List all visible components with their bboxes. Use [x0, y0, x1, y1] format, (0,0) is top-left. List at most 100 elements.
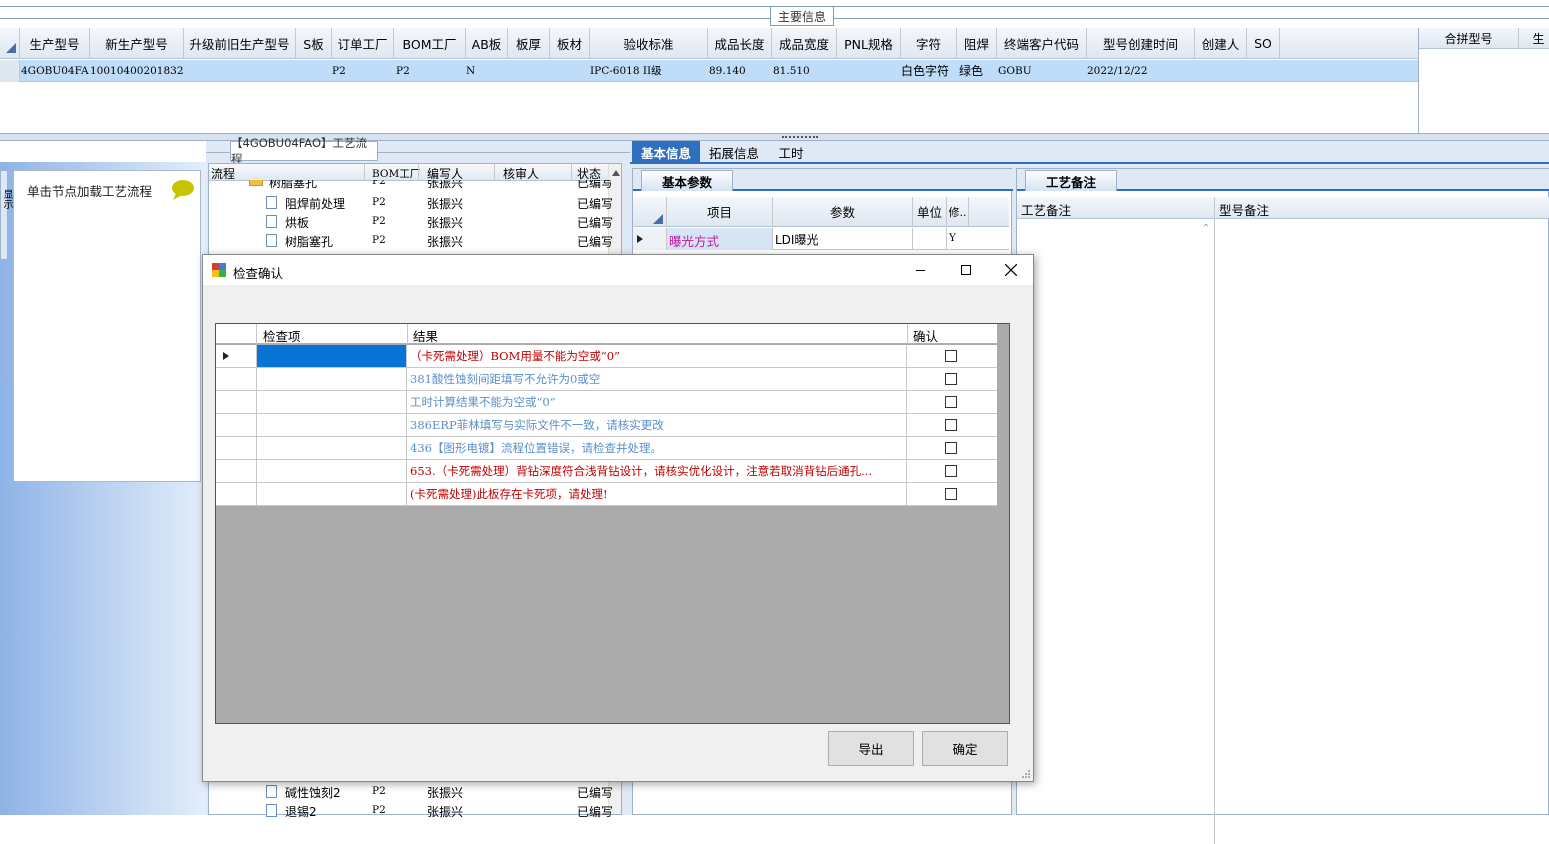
scroll-up-icon[interactable]	[612, 170, 620, 176]
col-so[interactable]: SO	[1247, 28, 1280, 58]
col-solder[interactable]: 阻焊	[957, 28, 997, 58]
cell-standard: IPC-6018 II级	[590, 65, 662, 77]
param-col-item[interactable]: 项目	[667, 197, 773, 226]
check-row[interactable]: 工时计算结果不能为空或“0”	[216, 391, 997, 414]
check-row[interactable]: （卡死需处理）BOM用量不能为空或“0”	[216, 345, 997, 368]
check-item-cell	[257, 483, 407, 505]
check-row[interactable]: 381酸性蚀刻间距填写不允许为0或空	[216, 368, 997, 391]
merge-col-2[interactable]: 生	[1519, 28, 1549, 48]
check-col-confirm[interactable]: 确认	[913, 326, 938, 345]
scroll-up-icon[interactable]: ⌃	[1199, 221, 1213, 235]
check-result-cell: 653.（卡死需处理）背钻深度符合浅背钻设计，请核实优化设计，注意若取消背钻后通…	[408, 460, 907, 482]
remarks-col-process: 工艺备注	[1021, 203, 1072, 218]
col-order-factory[interactable]: 订单工厂	[332, 28, 394, 58]
minimize-icon[interactable]	[906, 255, 936, 285]
load-flow-box[interactable]: 单击节点加载工艺流程	[13, 170, 201, 482]
merge-col-model[interactable]: 合拼型号	[1419, 28, 1519, 48]
row-header[interactable]	[216, 414, 257, 436]
dialog-title: 检查确认	[233, 266, 284, 281]
main-grid-row[interactable]: 4GOBU04FAO 10010400201832 P2 P2 N IPC-60…	[0, 60, 1418, 82]
check-confirm-cell	[908, 437, 997, 459]
col-char[interactable]: 字符	[901, 28, 957, 58]
check-row[interactable]: 436【图形电镀】流程位置错误，请检查并处理。	[216, 437, 997, 460]
confirm-checkbox[interactable]	[945, 488, 957, 500]
param-unit-cell	[913, 228, 947, 250]
cell-new-model: 10010400201832	[90, 64, 184, 77]
col-length[interactable]: 成品长度	[708, 28, 772, 58]
col-material[interactable]: 板材	[550, 28, 590, 58]
col-new-model[interactable]: 新生产型号	[90, 28, 184, 58]
col-pnl[interactable]: PNL规格	[837, 28, 901, 58]
param-col-mod[interactable]: 修..	[947, 197, 969, 226]
col-old-model[interactable]: 升级前旧生产型号	[184, 28, 296, 58]
row-header[interactable]	[216, 345, 257, 367]
row-pointer-icon	[223, 352, 229, 360]
tab-work-hours[interactable]: 工时	[768, 141, 814, 163]
resize-grip-icon[interactable]	[1021, 769, 1031, 779]
col-prod-model[interactable]: 生产型号	[20, 28, 90, 58]
tree-node[interactable]: 退锡2 P2 张振兴 已编写	[209, 801, 621, 820]
col-created-time[interactable]: 型号创建时间	[1087, 28, 1195, 58]
params-row[interactable]: 曝光方式 LDI曝光 Y	[633, 228, 1009, 250]
row-header[interactable]	[216, 368, 257, 390]
tree-node[interactable]: 碱性蚀刻2 P2 张振兴 已编写	[209, 782, 621, 801]
confirm-checkbox[interactable]	[945, 465, 957, 477]
confirm-checkbox[interactable]	[945, 396, 957, 408]
close-icon[interactable]	[996, 255, 1026, 285]
param-col-value[interactable]: 参数	[773, 197, 913, 226]
tree-node[interactable]: 烘板 P2 张振兴 已编写	[209, 212, 621, 231]
row-header[interactable]	[216, 483, 257, 505]
check-result-cell: 工时计算结果不能为空或“0”	[408, 391, 907, 413]
side-tab[interactable]: 显示	[0, 170, 12, 260]
col-creator[interactable]: 创建人	[1195, 28, 1247, 58]
document-icon	[266, 196, 277, 209]
check-confirm-cell	[908, 391, 997, 413]
confirm-checkbox[interactable]	[945, 419, 957, 431]
cell-created: 2022/12/22	[1087, 64, 1148, 77]
check-row[interactable]: (卡死需处理)此板存在卡死项，请处理!	[216, 483, 997, 506]
left-nav-panel: 显示 单击节点加载工艺流程	[0, 162, 206, 815]
remarks-col-model: 型号备注	[1219, 203, 1270, 218]
tab-process-remarks[interactable]: 工艺备注	[1025, 170, 1117, 191]
load-flow-text: 单击节点加载工艺流程	[27, 184, 153, 199]
col-s-board[interactable]: S板	[296, 28, 332, 58]
col-customer[interactable]: 终端客户代码	[997, 28, 1087, 58]
param-col-unit[interactable]: 单位	[913, 197, 947, 226]
check-result-cell: 436【图形电镀】流程位置错误，请检查并处理。	[408, 437, 907, 459]
dialog-titlebar: 检查确认	[203, 255, 1033, 285]
confirm-checkbox[interactable]	[945, 373, 957, 385]
check-confirm-cell	[908, 483, 997, 505]
col-thickness[interactable]: 板厚	[508, 28, 550, 58]
tab-basic-info[interactable]: 基本信息	[632, 141, 700, 163]
row-header[interactable]	[216, 460, 257, 482]
confirm-checkbox[interactable]	[945, 442, 957, 454]
row-selector[interactable]	[0, 60, 20, 82]
merge-grid: 合拼型号 生	[1418, 28, 1549, 133]
check-grid[interactable]: 检查项 结果 确认 （卡死需处理）BOM用量不能为空或“0” 381酸性蚀刻间距填…	[215, 323, 1010, 724]
row-header[interactable]	[216, 391, 257, 413]
row-pointer-icon	[637, 235, 643, 243]
flow-col-bom[interactable]: BOM工厂	[372, 166, 420, 181]
tab-basic-params[interactable]: 基本参数	[641, 170, 733, 191]
check-confirm-cell	[908, 460, 997, 482]
check-result-cell: (卡死需处理)此板存在卡死项，请处理!	[408, 483, 907, 505]
confirm-checkbox[interactable]	[945, 350, 957, 362]
maximize-icon[interactable]	[951, 255, 981, 285]
ok-button[interactable]: 确定	[922, 731, 1008, 766]
check-col-result[interactable]: 结果	[413, 326, 438, 345]
check-row[interactable]: 653.（卡死需处理）背钻深度符合浅背钻设计，请核实优化设计，注意若取消背钻后通…	[216, 460, 997, 483]
check-row[interactable]: 386ERP菲林填写与实际文件不一致，请核实更改	[216, 414, 997, 437]
row-header[interactable]	[216, 437, 257, 459]
tree-node[interactable]: 树脂塞孔 P2 张振兴 已编写	[209, 231, 621, 250]
tab-extended-info[interactable]: 拓展信息	[702, 141, 766, 163]
col-width[interactable]: 成品宽度	[772, 28, 837, 58]
check-col-item[interactable]: 检查项	[263, 326, 301, 345]
export-button[interactable]: 导出	[828, 731, 914, 766]
col-ab-board[interactable]: AB板	[466, 28, 508, 58]
check-confirm-cell	[908, 345, 997, 367]
tree-node[interactable]: 树脂塞孔 P2 张振兴 已编写	[209, 180, 621, 190]
check-item-cell	[257, 368, 407, 390]
col-bom-factory[interactable]: BOM工厂	[394, 28, 466, 58]
tree-node[interactable]: 阻焊前处理 P2 张振兴 已编写	[209, 193, 621, 212]
col-standard[interactable]: 验收标准	[590, 28, 708, 58]
